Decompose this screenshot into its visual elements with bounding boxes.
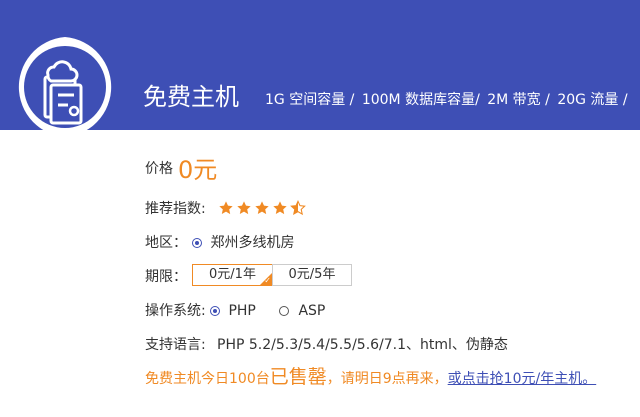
sold-out-notice: 免费主机今日100台已售罄，请明日9点再来，或点击抢10元/年主机。 xyxy=(145,366,596,390)
spec-db: 100M 数据库容量/ xyxy=(361,92,480,108)
price-value: 0元 xyxy=(178,156,218,184)
half-star-icon xyxy=(290,200,306,216)
rating-label: 推荐指数: xyxy=(145,201,206,217)
star-icon xyxy=(273,201,287,215)
period-label: 期限： xyxy=(145,269,187,285)
os-option-label: PHP xyxy=(228,303,256,319)
period-option-label: 0元/5年 xyxy=(288,267,336,282)
check-icon: ✓ xyxy=(264,276,271,285)
star-icon xyxy=(255,201,269,215)
page-title: 免费主机 xyxy=(143,83,239,111)
region-option[interactable]: 郑州多线机房 xyxy=(192,234,294,252)
language-label: 支持语言: xyxy=(145,337,206,353)
cloud-server-icon xyxy=(18,37,112,147)
cheap-host-link[interactable]: 或点击抢10元/年主机。 xyxy=(448,371,597,387)
notice-highlight: 已售罄 xyxy=(269,366,327,388)
region-radio[interactable] xyxy=(192,238,202,248)
spec-disk: 1G 空间容量 / xyxy=(265,92,355,108)
region-label: 地区： xyxy=(145,235,187,251)
period-option-label: 0元/1年 xyxy=(209,267,256,282)
price-label: 价格 xyxy=(145,161,173,177)
os-label: 操作系统: xyxy=(145,303,206,319)
spec-list: 1G 空间容量 / 100M 数据库容量/ 2M 带宽 / 20G 流量 / xyxy=(265,91,631,109)
os-radio-php[interactable] xyxy=(210,306,220,316)
os-radio-asp[interactable] xyxy=(279,306,289,316)
os-option-asp[interactable]: ASP xyxy=(279,302,325,320)
notice-middle: ，请明日9点再来， xyxy=(326,371,448,387)
spec-bandwidth: 2M 带宽 / xyxy=(487,92,550,108)
rating-stars xyxy=(218,200,306,216)
region-option-label: 郑州多线机房 xyxy=(210,235,295,251)
language-value: PHP 5.2/5.3/5.4/5.5/5.6/7.1、html、伪静态 xyxy=(217,337,508,353)
spec-traffic: 20G 流量 / xyxy=(557,92,628,108)
star-icon xyxy=(237,201,251,215)
period-option-5year[interactable]: 0元/5年 xyxy=(272,264,352,286)
os-option-label: ASP xyxy=(298,303,326,319)
notice-prefix: 免费主机今日100台 xyxy=(145,371,270,387)
star-icon xyxy=(219,201,233,215)
period-option-1year[interactable]: 0元/1年 ✓ xyxy=(192,264,273,286)
os-option-php[interactable]: PHP xyxy=(210,302,256,320)
